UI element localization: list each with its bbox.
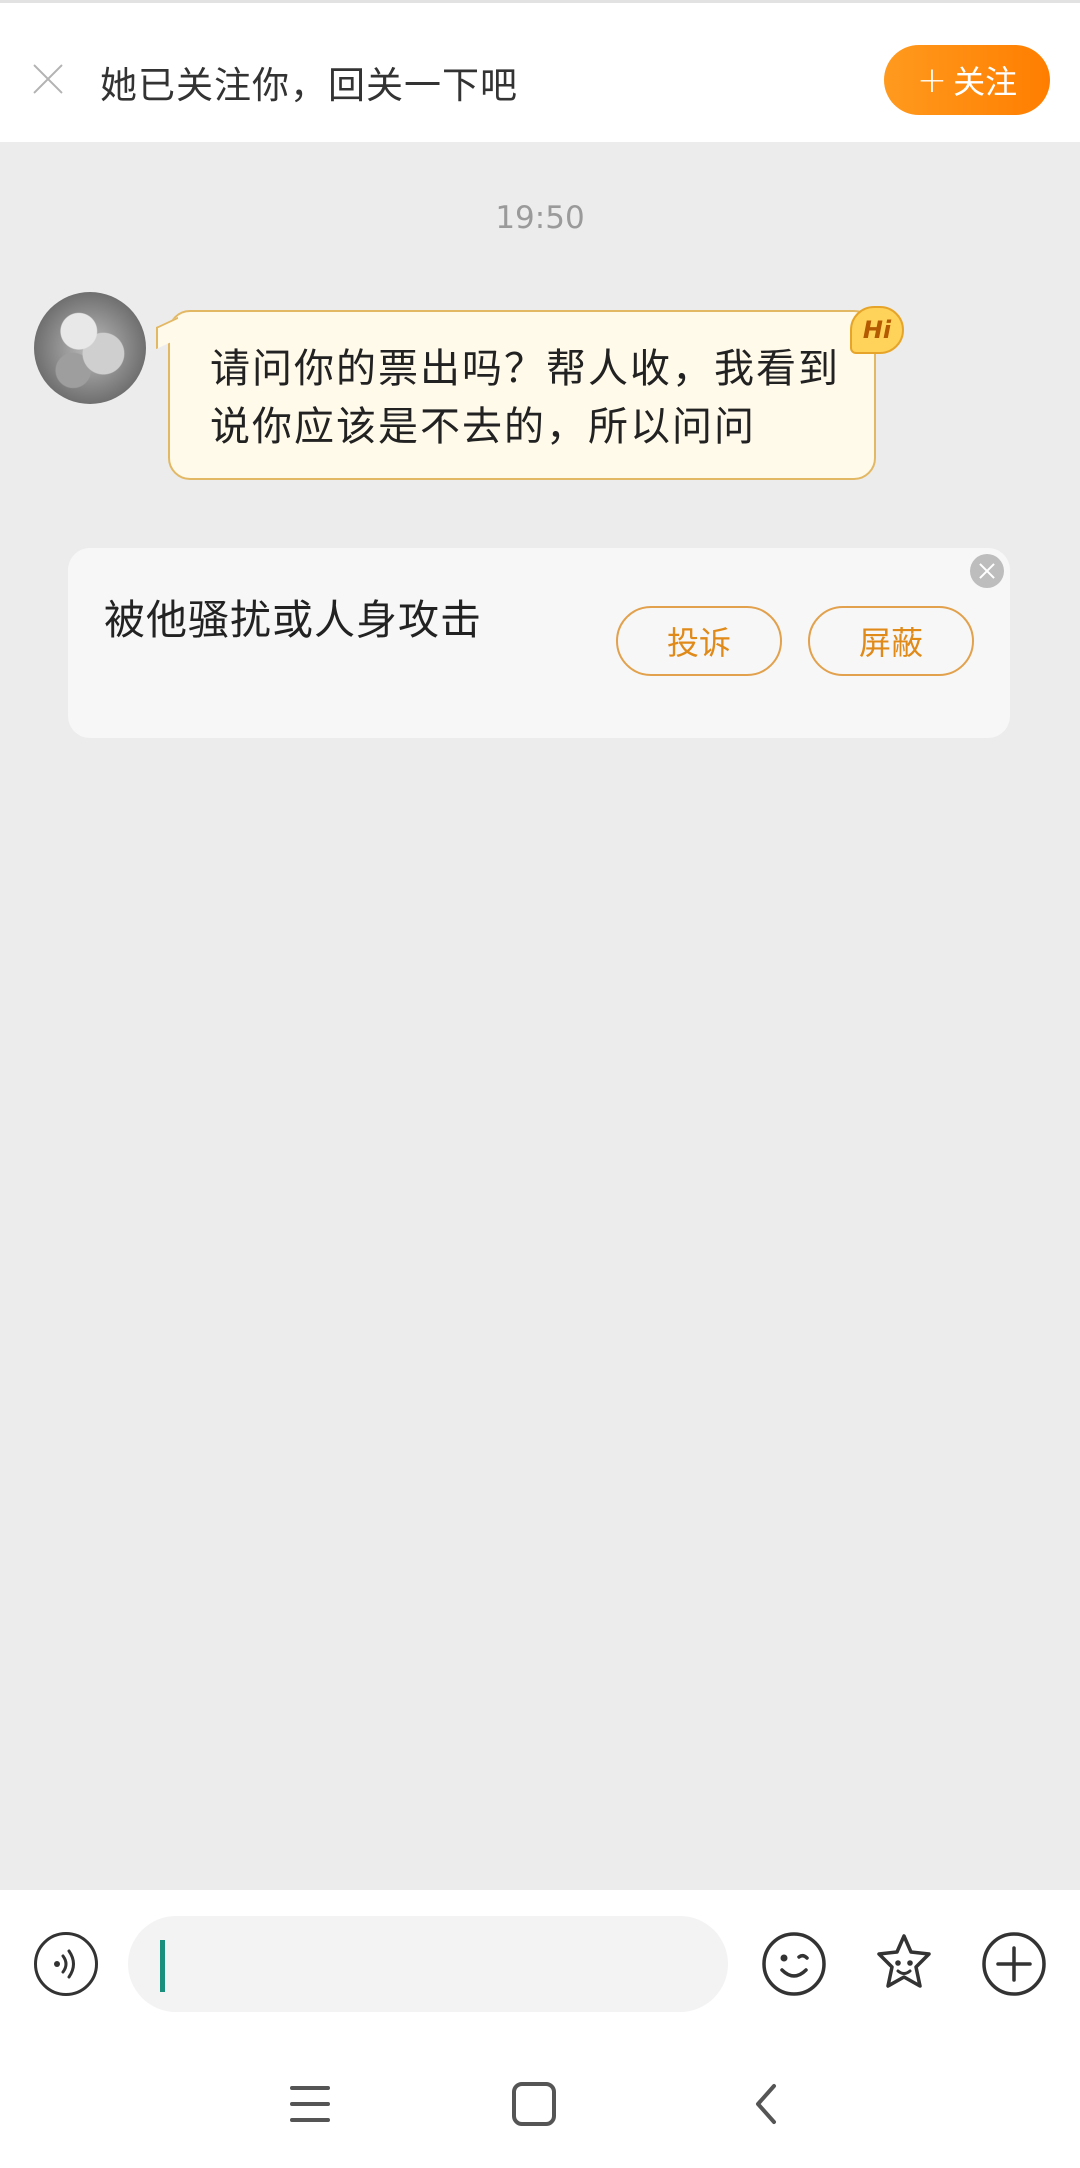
text-cursor (160, 1940, 165, 1992)
message-timestamp: 19:50 (495, 200, 585, 236)
plus-icon[interactable] (980, 1930, 1048, 1998)
follow-button[interactable]: + 关注 (884, 45, 1050, 115)
close-icon[interactable] (30, 61, 66, 97)
message-bubble[interactable]: 请问你的票出吗？帮人收，我看到说你应该是不去的，所以问问 (168, 310, 876, 480)
back-icon[interactable] (746, 2082, 790, 2126)
voice-icon[interactable] (34, 1932, 98, 1996)
report-card-title: 被他骚扰或人身攻击 (104, 596, 482, 644)
plus-icon: + (916, 59, 948, 101)
menu-icon[interactable] (286, 2086, 334, 2126)
hi-badge-icon: Hi (850, 306, 904, 354)
avatar[interactable] (34, 292, 146, 404)
chat-screen: 她已关注你，回关一下吧 + 关注 19:50 请问你的票出吗？帮人收，我看到说你… (0, 0, 1080, 2168)
harassment-report-card: 被他骚扰或人身攻击 投诉 屏蔽 (68, 548, 1010, 738)
report-button[interactable]: 投诉 (616, 606, 782, 676)
sticker-icon[interactable] (870, 1930, 938, 1998)
message-input[interactable] (128, 1916, 728, 2012)
message-text: 请问你的票出吗？帮人收，我看到说你应该是不去的，所以问问 (210, 346, 840, 450)
block-button[interactable]: 屏蔽 (808, 606, 974, 676)
card-close-icon[interactable] (970, 554, 1004, 588)
system-nav-bar (0, 2038, 1080, 2168)
emoji-icon[interactable] (760, 1930, 828, 1998)
follow-button-label: 关注 (953, 63, 1018, 101)
follow-banner: 她已关注你，回关一下吧 + 关注 (0, 0, 1080, 142)
follow-banner-text: 她已关注你，回关一下吧 (100, 64, 518, 107)
home-icon[interactable] (512, 2082, 556, 2126)
message-input-bar (0, 1890, 1080, 2038)
